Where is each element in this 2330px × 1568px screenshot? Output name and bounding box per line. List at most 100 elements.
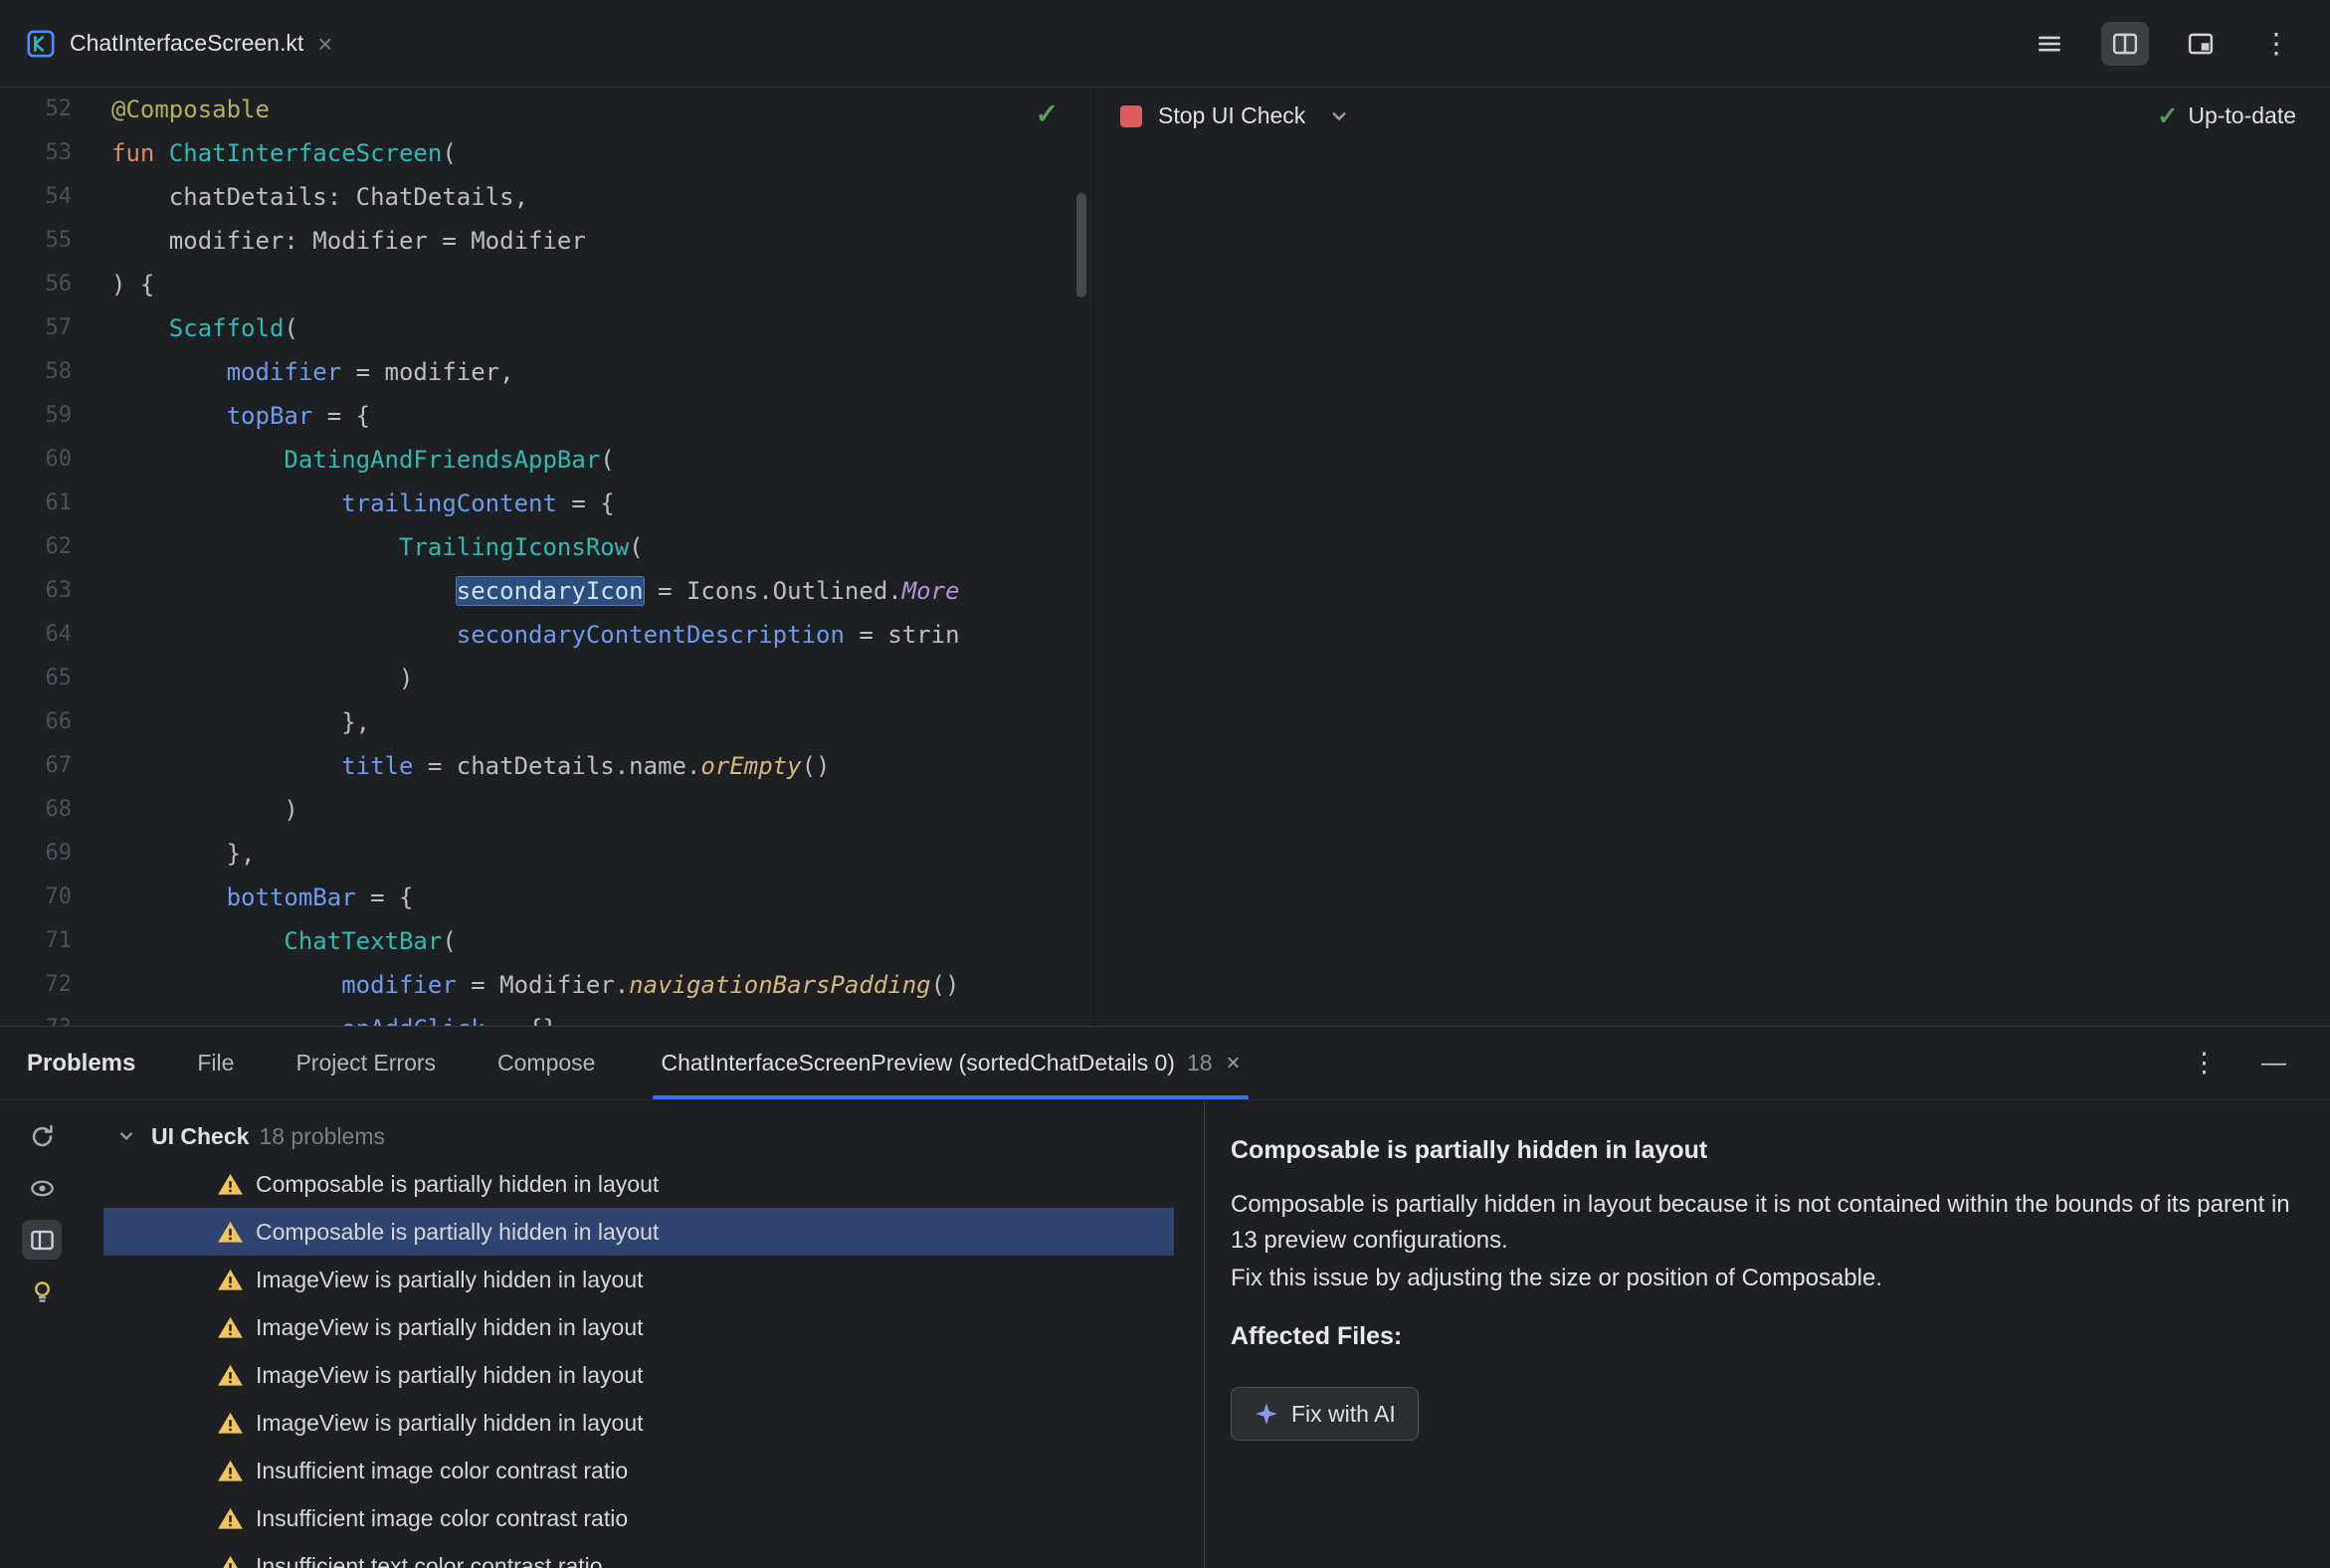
ai-sparkle-icon	[1256, 1403, 1277, 1425]
line-number: 54	[45, 184, 73, 209]
refresh-icon[interactable]	[22, 1116, 62, 1156]
line-number: 72	[45, 972, 73, 997]
code-token: TrailingIconsRow	[398, 533, 630, 561]
line-number: 64	[45, 622, 73, 647]
code-text: },	[111, 700, 370, 744]
code-text: TrailingIconsRow(	[111, 525, 644, 569]
code-line[interactable]: 71 ChatTextBar(	[0, 919, 1092, 963]
code-text: secondaryIcon = Icons.Outlined.More	[111, 569, 960, 613]
more-options-icon[interactable]: ⋮	[2252, 22, 2300, 66]
code-text: bottomBar = {	[111, 876, 414, 919]
line-number: 65	[45, 666, 73, 690]
minimize-icon[interactable]: —	[2261, 1049, 2286, 1078]
inspections-ok-icon[interactable]: ✓	[1036, 98, 1059, 130]
device-preview-icon[interactable]	[2177, 22, 2225, 66]
code-token: = strin	[844, 621, 960, 649]
problems-side-toolbar	[0, 1100, 84, 1568]
problem-item-label: Composable is partially hidden in layout	[256, 1170, 660, 1197]
code-line[interactable]: 55 modifier: Modifier = Modifier	[0, 219, 1092, 263]
tab-project-errors[interactable]: Project Errors	[295, 1050, 436, 1077]
problem-item-label: ImageView is partially hidden in layout	[256, 1361, 644, 1388]
problem-item[interactable]: Insufficient image color contrast ratio	[103, 1447, 1174, 1494]
window-toolbar: ⋮	[2026, 21, 2330, 66]
code-line[interactable]: 56) {	[0, 263, 1092, 306]
status-badge: ✓ Up-to-date	[2157, 101, 2296, 131]
code-line[interactable]: 60 DatingAndFriendsAppBar(	[0, 438, 1092, 482]
code-token: ()	[930, 971, 960, 999]
fix-with-ai-button[interactable]: Fix with AI	[1231, 1387, 1419, 1441]
code-text: )	[111, 657, 413, 700]
more-options-icon[interactable]: ⋮	[2191, 1048, 2218, 1078]
problem-item-label: Composable is partially hidden in layout	[256, 1218, 660, 1245]
problems-panel: Problems File Project Errors Compose Cha…	[0, 1026, 2330, 1568]
problem-item[interactable]: ImageView is partially hidden in layout	[103, 1399, 1174, 1447]
editor-scrollbar[interactable]	[1076, 193, 1086, 297]
code-line[interactable]: 57 Scaffold(	[0, 306, 1092, 350]
problem-item[interactable]: Insufficient image color contrast ratio	[103, 1494, 1174, 1542]
code-line[interactable]: 72 modifier = Modifier.navigationBarsPad…	[0, 963, 1092, 1007]
code-token: ()	[801, 752, 831, 780]
details-view-icon[interactable]	[22, 1220, 62, 1260]
code-token: modifier	[341, 971, 457, 999]
code-line[interactable]: 65 )	[0, 657, 1092, 700]
code-token: topBar	[226, 402, 313, 430]
problem-item[interactable]: Composable is partially hidden in layout	[103, 1160, 1174, 1208]
code-line[interactable]: 69 },	[0, 832, 1092, 876]
code-line[interactable]: 52 @Composable	[0, 88, 1092, 131]
stop-ui-check-button[interactable]: Stop UI Check	[1158, 102, 1305, 129]
code-line[interactable]: 68 )	[0, 788, 1092, 832]
code-line[interactable]: 63 secondaryIcon = Icons.Outlined.More	[0, 569, 1092, 613]
code-token: = Icons.Outlined.	[643, 577, 902, 605]
tab-compose[interactable]: Compose	[497, 1050, 595, 1077]
kotlin-file-icon	[27, 30, 55, 57]
problem-item[interactable]: ImageView is partially hidden in layout	[103, 1351, 1174, 1399]
tab-file[interactable]: File	[197, 1050, 234, 1077]
editor-tab-bar: ChatInterfaceScreen.kt × ⋮	[0, 0, 2330, 88]
code-line[interactable]: 59 topBar = {	[0, 394, 1092, 438]
code-line[interactable]: 73 onAddClick = {},	[0, 1007, 1092, 1026]
close-tab-icon[interactable]: ×	[317, 31, 332, 57]
code-line[interactable]: 53 fun ChatInterfaceScreen(	[0, 131, 1092, 175]
code-line[interactable]: 70 bottomBar = {	[0, 876, 1092, 919]
code-line[interactable]: 54 chatDetails: ChatDetails,	[0, 175, 1092, 219]
code-text: modifier: Modifier = Modifier	[111, 219, 586, 263]
problem-item[interactable]: ImageView is partially hidden in layout	[103, 1303, 1174, 1351]
preview-eye-icon[interactable]	[22, 1168, 62, 1208]
code-token: = chatDetails.name.	[413, 752, 701, 780]
code-token: DatingAndFriendsAppBar	[284, 446, 601, 474]
code-line[interactable]: 62 TrailingIconsRow(	[0, 525, 1092, 569]
problem-detail-body: Composable is partially hidden in layout…	[1231, 1191, 2290, 1254]
split-editor-icon[interactable]	[2101, 21, 2149, 66]
code-token: = Modifier.	[456, 971, 630, 999]
code-token: = modifier,	[341, 358, 514, 386]
problem-detail-fix-hint: Fix this issue by adjusting the size or …	[1231, 1265, 1882, 1291]
problem-item[interactable]: ImageView is partially hidden in layout	[103, 1256, 1174, 1303]
problems-tree: UI Check 18 problems Composable is parti…	[84, 1100, 1204, 1568]
code-text: chatDetails: ChatDetails,	[111, 175, 528, 219]
problems-group-row[interactable]: UI Check 18 problems	[84, 1112, 1204, 1160]
code-line[interactable]: 66 },	[0, 700, 1092, 744]
problems-group-name: UI Check	[151, 1122, 250, 1149]
editor-tab[interactable]: ChatInterfaceScreen.kt ×	[0, 0, 358, 87]
code-token: (	[600, 446, 615, 474]
code-editor[interactable]: 52 @Composable 53 fun ChatInterfaceScreen(5…	[0, 88, 1092, 1026]
line-number: 62	[45, 534, 73, 559]
close-tab-icon[interactable]: ×	[1227, 1050, 1241, 1078]
tab-preview-check[interactable]: ChatInterfaceScreenPreview (sortedChatDe…	[653, 1027, 1249, 1099]
code-line[interactable]: 61 trailingContent = {	[0, 482, 1092, 525]
quick-fix-bulb-icon[interactable]	[22, 1272, 62, 1311]
code-text: modifier = modifier,	[111, 350, 514, 394]
line-number: 73	[0, 1007, 73, 1026]
code-line[interactable]: 64 secondaryContentDescription = strin	[0, 613, 1092, 657]
problem-item[interactable]: Insufficient text color contrast ratio	[103, 1542, 1174, 1568]
problem-item[interactable]: Composable is partially hidden in layout	[103, 1208, 1174, 1256]
structure-menu-icon[interactable]	[2026, 22, 2073, 66]
chevron-down-icon[interactable]	[1327, 104, 1351, 128]
code-token: secondaryIcon	[455, 576, 645, 606]
code-line[interactable]: 67 title = chatDetails.name.orEmpty()	[0, 744, 1092, 788]
code-line[interactable]: 58 modifier = modifier,	[0, 350, 1092, 394]
